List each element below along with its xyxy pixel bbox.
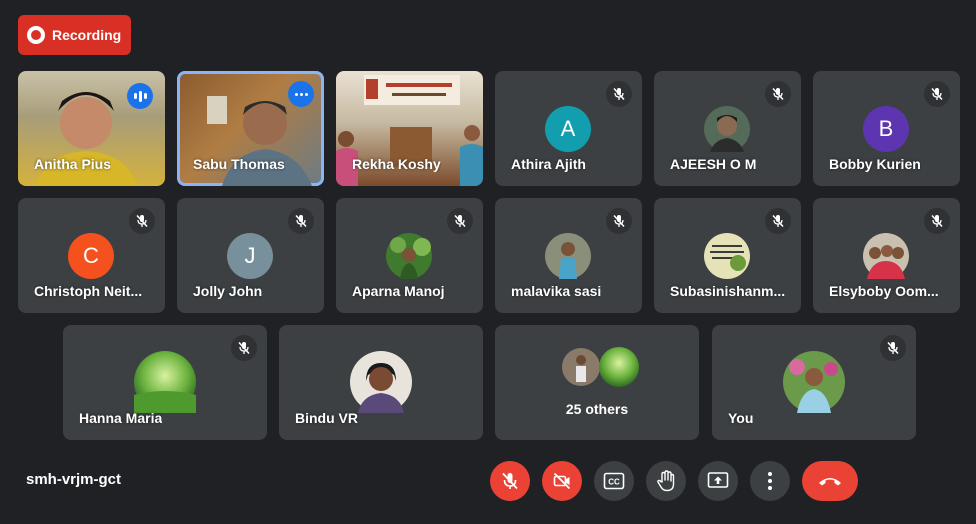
participant-tile[interactable]: J Jolly John — [177, 198, 324, 313]
self-tile[interactable]: You — [712, 325, 916, 440]
avatar — [783, 351, 845, 413]
participant-name: Anitha Pius — [34, 156, 112, 172]
participant-tile[interactable]: Elsyboby Oom... — [813, 198, 960, 313]
speaking-indicator-icon — [127, 83, 153, 109]
participant-tile[interactable]: malavika sasi — [495, 198, 642, 313]
participant-name: Subasinishanm... — [670, 283, 786, 299]
avatar — [545, 233, 591, 279]
mic-off-icon — [447, 208, 473, 234]
participant-tile[interactable]: Rekha Koshy — [336, 71, 483, 186]
participant-name: Bindu VR — [295, 410, 358, 426]
participant-tile[interactable]: Subasinishanm... — [654, 198, 801, 313]
participant-tile[interactable]: Anitha Pius — [18, 71, 165, 186]
participant-tile[interactable]: Aparna Manoj — [336, 198, 483, 313]
participant-name: AJEESH O M — [670, 156, 757, 172]
participant-name: Athira Ajith — [511, 156, 586, 172]
end-call-button[interactable] — [802, 461, 858, 501]
raise-hand-button[interactable] — [646, 461, 686, 501]
participant-name: You — [728, 410, 754, 426]
camera-toggle-button[interactable] — [542, 461, 582, 501]
avatar — [704, 233, 750, 279]
avatar: C — [68, 233, 114, 279]
avatar — [704, 106, 750, 152]
captions-icon: CC — [603, 472, 625, 490]
meeting-code: smh-vrjm-gct — [26, 471, 122, 488]
mic-off-icon — [924, 208, 950, 234]
avatar — [134, 351, 196, 413]
participant-tile[interactable]: Hanna Maria — [63, 325, 267, 440]
mic-off-icon — [606, 81, 632, 107]
avatar — [350, 351, 412, 413]
participant-name: Jolly John — [193, 283, 263, 299]
participant-name: Rekha Koshy — [352, 156, 441, 172]
participant-tile[interactable]: B Bobby Kurien — [813, 71, 960, 186]
recording-label: Recording — [52, 27, 122, 43]
svg-text:CC: CC — [608, 478, 620, 487]
participant-name: Bobby Kurien — [829, 156, 921, 172]
avatar — [863, 233, 909, 279]
mic-off-icon — [924, 81, 950, 107]
avatar — [386, 233, 432, 279]
mic-toggle-button[interactable] — [490, 461, 530, 501]
recording-badge: Recording — [18, 15, 131, 55]
participant-tile[interactable]: C Christoph Neit... — [18, 198, 165, 313]
captions-button[interactable]: CC — [594, 461, 634, 501]
mic-off-icon — [606, 208, 632, 234]
mic-off-icon — [880, 335, 906, 361]
present-button[interactable] — [698, 461, 738, 501]
participant-name: malavika sasi — [511, 283, 602, 299]
participant-name: Christoph Neit... — [34, 283, 143, 299]
participant-name: Sabu Thomas — [193, 156, 285, 172]
others-avatars — [562, 347, 639, 387]
mic-off-icon — [129, 208, 155, 234]
avatar: J — [227, 233, 273, 279]
more-vert-icon — [768, 472, 772, 490]
participant-name: Elsyboby Oom... — [829, 283, 939, 299]
more-options-icon[interactable] — [288, 81, 314, 107]
mic-off-icon — [288, 208, 314, 234]
participant-tile[interactable]: AJEESH O M — [654, 71, 801, 186]
participant-tile[interactable]: Bindu VR — [279, 325, 483, 440]
mic-off-icon — [765, 208, 791, 234]
participant-name: Hanna Maria — [79, 410, 163, 426]
record-icon — [27, 26, 45, 44]
hand-icon — [657, 470, 675, 492]
others-tile[interactable]: 25 others — [495, 325, 699, 440]
mic-off-icon — [231, 335, 257, 361]
participant-tile[interactable]: Sabu Thomas — [177, 71, 324, 186]
present-icon — [707, 472, 729, 488]
avatar: B — [863, 106, 909, 152]
participant-tile[interactable]: A Athira Ajith — [495, 71, 642, 186]
camera-off-icon — [553, 472, 571, 490]
end-call-icon — [819, 478, 841, 486]
more-options-button[interactable] — [750, 461, 790, 501]
mic-off-icon — [502, 472, 518, 490]
others-count: 25 others — [565, 401, 629, 417]
mic-off-icon — [765, 81, 791, 107]
participant-name: Aparna Manoj — [352, 283, 445, 299]
avatar: A — [545, 106, 591, 152]
